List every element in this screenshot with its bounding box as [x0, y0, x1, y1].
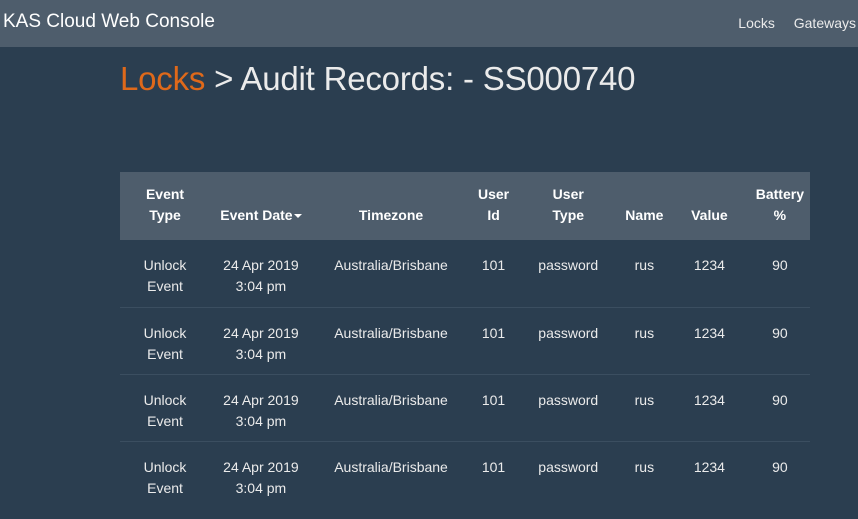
cell-line: Unlock — [143, 391, 187, 408]
nav-link-gateways[interactable]: Gateways — [794, 15, 856, 31]
column-header-line2: % — [773, 207, 787, 223]
column-header-line2: Id — [487, 207, 500, 223]
cell-user-type: password — [538, 391, 599, 408]
audit-records-table: Event Type Event Date Timezone User Id Use… — [120, 172, 810, 508]
sort-descending-icon — [293, 214, 302, 219]
cell-user-type: password — [538, 257, 599, 273]
column-header-value[interactable]: Value — [669, 172, 750, 240]
nav-link-locks[interactable]: Locks — [738, 15, 775, 31]
cell-event-date: 24 Apr 2019 3:04 pm — [210, 441, 312, 508]
cell-event-type: Unlock Event — [120, 374, 210, 441]
cell-timezone: Australia/Brisbane — [334, 257, 448, 273]
column-header-label: Event Date — [220, 207, 293, 223]
cell-battery: 90 — [772, 324, 788, 341]
cell-timezone: Australia/Brisbane — [334, 391, 448, 408]
cell-line: Event — [147, 278, 183, 294]
column-header-line2: Timezone — [358, 207, 424, 223]
column-header-battery[interactable]: Battery% — [750, 172, 810, 240]
column-header-line2: Type — [149, 207, 181, 223]
breadcrumb-locks-link[interactable]: Locks — [120, 60, 205, 97]
column-header-line2: Event Date — [214, 205, 308, 226]
table-row: Unlock Event 24 Apr 2019 3:04 pm Australia… — [120, 307, 810, 374]
cell-event-type: Unlock Event — [120, 307, 210, 374]
cell-event-type: Unlock Event — [120, 240, 210, 307]
cell-line: Event — [147, 479, 183, 496]
cell-user-type: password — [538, 324, 599, 341]
cell-event-date: 24 Apr 2019 3:04 pm — [210, 374, 312, 441]
table-row: Unlock Event 24 Apr 2019 3:04 pm Australia… — [120, 374, 810, 441]
column-header-line2: Value — [691, 207, 728, 223]
nav-links: Locks Gateways — [723, 15, 856, 31]
cell-line: 3:04 pm — [235, 278, 287, 294]
cell-user-id: 101 — [481, 391, 506, 408]
cell-user-id: 101 — [481, 324, 506, 341]
cell-name: rus — [634, 324, 655, 341]
cell-line: Unlock — [143, 324, 187, 341]
cell-value: 1234 — [693, 391, 725, 408]
cell-user-type: password — [538, 458, 599, 475]
cell-line: 3:04 pm — [235, 412, 287, 429]
column-header-line1: User — [477, 186, 510, 202]
cell-event-date: 24 Apr 2019 3:04 pm — [210, 307, 312, 374]
column-header-event-type[interactable]: Event Type — [120, 172, 210, 240]
table-row: Unlock Event 24 Apr 2019 3:04 pm Australia… — [120, 441, 810, 508]
top-navbar: KAS Cloud Web Console Locks Gateways — [0, 0, 858, 47]
cell-line: 3:04 pm — [235, 345, 287, 362]
cell-name: rus — [634, 458, 655, 475]
brand-link[interactable]: KAS Cloud Web Console — [3, 11, 215, 33]
cell-timezone: Australia/Brisbane — [334, 324, 448, 341]
cell-line: 24 Apr 2019 — [223, 391, 299, 408]
cell-user-id: 101 — [481, 257, 506, 273]
column-header-user-id[interactable]: User Id — [470, 172, 517, 240]
cell-value: 1234 — [693, 324, 725, 341]
table-row: Unlock Event 24 Apr 2019 3:04 pm Australia… — [120, 240, 810, 307]
column-header-timezone[interactable]: Timezone — [312, 172, 471, 240]
cell-line: 3:04 pm — [235, 479, 287, 496]
cell-event-date: 24 Apr 2019 3:04 pm — [210, 240, 312, 307]
table-header: Event Type Event Date Timezone User Id Use… — [120, 172, 810, 240]
cell-battery: 90 — [772, 391, 788, 408]
cell-line: Event — [147, 412, 183, 429]
page-title: Locks > Audit Records: - SS000740 — [120, 60, 636, 98]
column-header-event-date[interactable]: Event Date — [210, 172, 312, 240]
cell-line: 24 Apr 2019 — [223, 324, 299, 341]
column-header-name[interactable]: Name — [620, 172, 669, 240]
cell-name: rus — [634, 391, 655, 408]
cell-value: 1234 — [693, 257, 725, 273]
cell-line: Unlock — [143, 257, 187, 273]
cell-user-id: 101 — [481, 458, 506, 475]
column-header-line1: Event — [145, 186, 185, 202]
page-title-text: > Audit Records: - SS000740 — [205, 60, 636, 97]
column-header-line2: Type — [552, 207, 585, 223]
cell-battery: 90 — [772, 458, 788, 475]
cell-line: Event — [147, 345, 183, 362]
cell-name: rus — [634, 257, 655, 273]
column-header-line2: Name — [625, 207, 664, 223]
cell-value: 1234 — [693, 458, 725, 475]
cell-line: 24 Apr 2019 — [223, 458, 299, 475]
cell-line: 24 Apr 2019 — [223, 257, 299, 273]
cell-line: Unlock — [143, 458, 187, 475]
table-body: Unlock Event 24 Apr 2019 3:04 pm Australia… — [120, 240, 810, 508]
table-header-row: Event Type Event Date Timezone User Id Use… — [120, 172, 810, 240]
cell-timezone: Australia/Brisbane — [334, 458, 448, 475]
column-header-line1: Battery — [755, 186, 804, 202]
column-header-user-type[interactable]: User Type — [517, 172, 620, 240]
column-header-line1: User — [552, 186, 584, 202]
cell-event-type: Unlock Event — [120, 441, 210, 508]
cell-battery: 90 — [772, 257, 788, 273]
